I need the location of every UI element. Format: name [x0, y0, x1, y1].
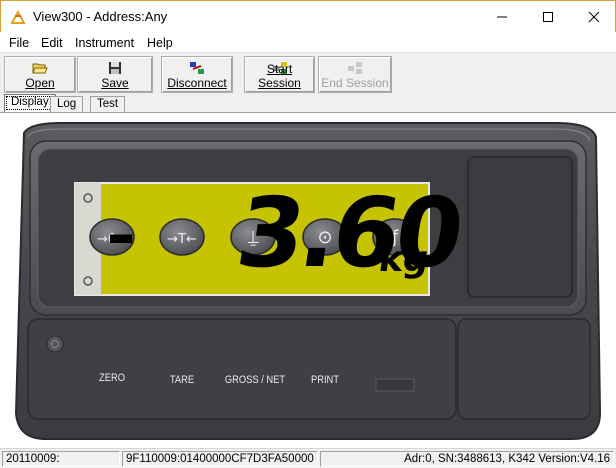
power-led [46, 335, 64, 353]
close-button[interactable] [571, 1, 616, 33]
tab-log[interactable]: Log [50, 96, 84, 112]
lcd-reading: 3.60 [230, 177, 467, 289]
title-bar[interactable]: View300 - Address:Any [0, 0, 616, 32]
tare-key-icon: →T← [159, 218, 205, 256]
minimize-button[interactable] [479, 1, 525, 33]
svg-text:→T←: →T← [167, 232, 197, 247]
disconnect-icon [190, 62, 204, 74]
lcd-sign: - [99, 201, 143, 271]
open-button[interactable]: Open [4, 56, 76, 93]
tab-display[interactable]: Display [4, 94, 56, 112]
print-key-label: PRINT [310, 374, 340, 386]
menu-file[interactable]: File [9, 36, 29, 50]
keypad-side-panel [457, 318, 591, 420]
lcd-unit: kg [376, 239, 432, 280]
disconnect-label: Disconnect [167, 76, 227, 90]
menu-help[interactable]: Help [147, 36, 173, 50]
save-button[interactable]: Save [77, 56, 153, 93]
folder-open-icon [32, 63, 48, 74]
open-label: Open [25, 76, 55, 90]
close-icon [588, 11, 600, 23]
start-session-button[interactable]: Start Session [244, 56, 315, 93]
maximize-button[interactable] [525, 1, 571, 33]
status-panel-id: 20110009: [2, 451, 120, 467]
print-key[interactable] [303, 331, 347, 367]
status-panel-code: 9F110009:01400000CF7D3FA50000 [122, 451, 318, 467]
status-panel-version: Adr:0, SN:3488613, K342 Version:V4.16 [320, 451, 614, 467]
end-session-icon [348, 62, 362, 74]
end-session-label: End Session [321, 76, 389, 90]
function-key[interactable] [373, 331, 417, 367]
tab-strip: Display Log Test [0, 94, 616, 112]
gross-net-key[interactable] [231, 331, 275, 367]
disconnect-button[interactable]: Disconnect [161, 56, 233, 93]
end-session-button[interactable]: End Session [318, 56, 392, 93]
tare-key-label: TARE [169, 374, 195, 386]
window-title: View300 - Address:Any [33, 9, 168, 24]
gross-net-key-label: GROSS / NET [224, 374, 286, 386]
maximize-icon [543, 12, 553, 22]
save-icon [109, 62, 121, 74]
tare-key[interactable] [160, 331, 204, 367]
zero-key[interactable] [90, 331, 134, 367]
save-label: Save [101, 76, 129, 90]
tab-test[interactable]: Test [90, 96, 126, 112]
display-panel: →0← →T← ⍊ ⊙ ƒ - 3.60 kg ZERO TARE GROSS / NE… [0, 112, 616, 448]
start-session-label: Start Session [258, 62, 301, 90]
toolbar: Open Save Disconnect Start Session End S… [0, 52, 616, 94]
view300-icon [10, 10, 26, 24]
status-bar: 20110009: 9F110009:01400000CF7D3FA50000 … [0, 448, 616, 468]
label-window [467, 156, 573, 298]
menu-edit[interactable]: Edit [41, 36, 63, 50]
zero-key-label: ZERO [99, 372, 125, 384]
minimize-icon [497, 16, 507, 18]
menu-bar: File Edit Instrument Help [0, 32, 616, 52]
menu-instrument[interactable]: Instrument [75, 36, 134, 50]
